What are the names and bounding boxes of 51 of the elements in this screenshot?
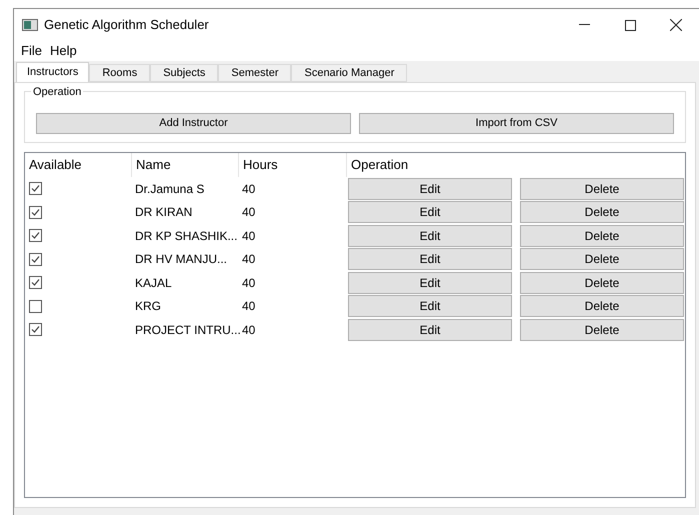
edit-button[interactable]: Edit bbox=[348, 248, 512, 270]
edit-button[interactable]: Edit bbox=[348, 272, 512, 294]
table-cell-text: 40 bbox=[241, 228, 256, 245]
edit-button[interactable]: Edit bbox=[348, 318, 512, 341]
tab[interactable]: Rooms bbox=[89, 64, 150, 82]
delete-button[interactable]: Delete bbox=[520, 318, 684, 341]
delete-button[interactable]: Delete bbox=[520, 295, 684, 318]
checkbox[interactable] bbox=[29, 300, 42, 313]
delete-button[interactable]: Delete bbox=[520, 201, 684, 224]
column-header: Available bbox=[25, 153, 132, 177]
action-button[interactable]: Add Instructor bbox=[36, 113, 351, 134]
table-cell-text: Dr.Jamuna S bbox=[134, 180, 206, 198]
menu-item[interactable]: File bbox=[17, 41, 46, 61]
delete-button[interactable]: Delete bbox=[520, 272, 684, 294]
checked-checkbox[interactable] bbox=[29, 182, 42, 196]
app-icon bbox=[22, 19, 38, 31]
action-button[interactable]: Import from CSV bbox=[359, 113, 674, 134]
table-cell-text: KRG bbox=[134, 298, 162, 316]
table-cell-text: PROJECT INTRU... bbox=[134, 322, 239, 339]
edit-button[interactable]: Edit bbox=[348, 224, 512, 247]
checked-checkbox[interactable] bbox=[29, 323, 42, 336]
table-cell-text: 40 bbox=[241, 251, 256, 268]
delete-button[interactable]: Delete bbox=[520, 224, 684, 247]
column-header: Hours bbox=[239, 153, 347, 177]
delete-button[interactable]: Delete bbox=[520, 248, 684, 270]
column-header: Operation bbox=[350, 156, 410, 174]
tab[interactable]: Scenario Manager bbox=[291, 64, 408, 82]
checked-checkbox[interactable] bbox=[29, 229, 42, 242]
menu-item[interactable]: Help bbox=[46, 41, 81, 61]
edit-button[interactable]: Edit bbox=[348, 178, 512, 200]
group-title: Operation bbox=[31, 84, 84, 100]
edit-button[interactable]: Edit bbox=[348, 201, 512, 224]
delete-button[interactable]: Delete bbox=[520, 178, 684, 200]
checked-checkbox[interactable] bbox=[29, 252, 42, 266]
table-cell-text: 40 bbox=[241, 180, 256, 198]
table-cell-text: 40 bbox=[241, 204, 256, 222]
table-cell-text: DR KP SHASHIK... bbox=[134, 228, 238, 245]
tab[interactable]: Semester bbox=[218, 64, 292, 82]
table-cell-text: 40 bbox=[241, 274, 256, 292]
table-cell-text: DR KIRAN bbox=[134, 204, 194, 222]
table-cell-text: DR HV MANJU... bbox=[134, 251, 228, 268]
table-cell-text: 40 bbox=[241, 298, 256, 316]
checked-checkbox[interactable] bbox=[29, 206, 42, 219]
window-title: Genetic Algorithm Scheduler bbox=[44, 16, 209, 34]
table-cell-text: KAJAL bbox=[134, 274, 173, 292]
column-header: Name bbox=[132, 153, 239, 177]
tab[interactable]: Instructors bbox=[16, 62, 90, 82]
table-cell-text: 40 bbox=[241, 322, 256, 339]
edit-button[interactable]: Edit bbox=[348, 295, 512, 318]
tab[interactable]: Subjects bbox=[150, 64, 218, 82]
checked-checkbox[interactable] bbox=[29, 276, 42, 290]
